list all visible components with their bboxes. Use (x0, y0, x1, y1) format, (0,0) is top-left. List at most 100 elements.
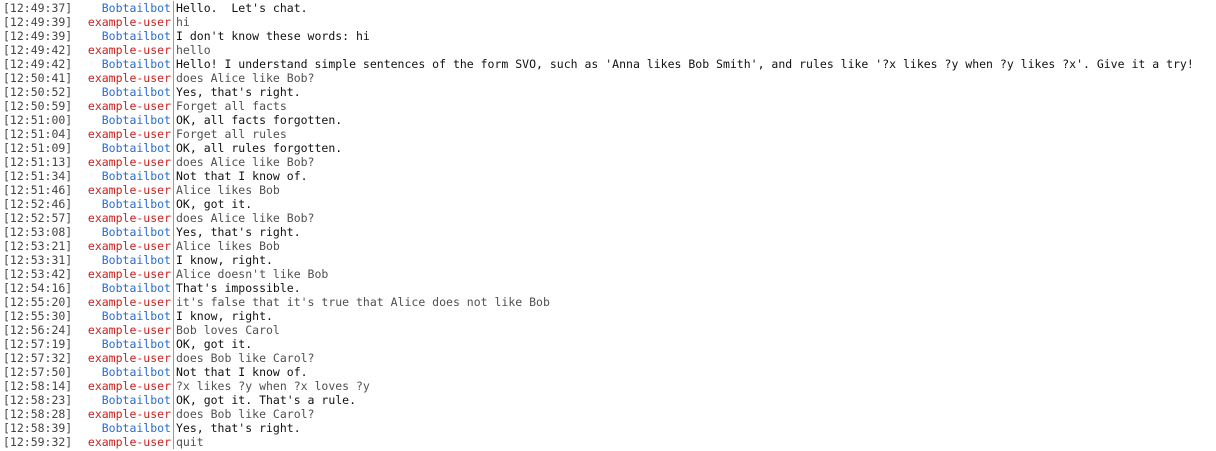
chat-message-row: [12:51:00] Bobtailbot OK, all facts forgot… (0, 113, 1216, 127)
message-text: I know, right. (176, 309, 273, 323)
message-timestamp: [12:49:42] (3, 57, 73, 71)
bot-nickname[interactable]: Bobtailbot (75, 1, 174, 15)
message-timestamp: [12:49:42] (3, 43, 73, 57)
bot-nickname[interactable]: Bobtailbot (75, 197, 174, 211)
bot-nickname[interactable]: Bobtailbot (75, 57, 174, 71)
message-timestamp: [12:53:21] (3, 239, 73, 253)
user-nickname[interactable]: example-user (75, 71, 174, 85)
message-timestamp: [12:49:39] (3, 29, 73, 43)
message-text: OK, got it. That's a rule. (176, 393, 357, 407)
user-nickname[interactable]: example-user (75, 295, 174, 309)
message-text: does Alice like Bob? (176, 211, 315, 225)
message-timestamp: [12:57:50] (3, 365, 73, 379)
user-nickname[interactable]: example-user (75, 99, 174, 113)
message-timestamp: [12:53:42] (3, 267, 73, 281)
bot-nickname[interactable]: Bobtailbot (75, 169, 174, 183)
message-text: it's false that it's true that Alice doe… (176, 295, 550, 309)
user-nickname[interactable]: example-user (75, 435, 174, 449)
chat-message-row: [12:58:14] example-user ?x likes ?y when ?… (0, 379, 1216, 393)
chat-message-row: [12:53:31] Bobtailbot I know, right. (0, 253, 1216, 267)
message-text: OK, all facts forgotten. (176, 113, 343, 127)
bot-nickname[interactable]: Bobtailbot (75, 309, 174, 323)
bot-nickname[interactable]: Bobtailbot (75, 365, 174, 379)
chat-message-row: [12:53:21] example-user Alice likes Bob (0, 239, 1216, 253)
bot-nickname[interactable]: Bobtailbot (75, 253, 174, 267)
message-timestamp: [12:57:19] (3, 337, 73, 351)
user-nickname[interactable]: example-user (75, 239, 174, 253)
message-timestamp: [12:51:00] (3, 113, 73, 127)
chat-message-row: [12:57:50] Bobtailbot Not that I know of. (0, 365, 1216, 379)
chat-message-row: [12:57:19] Bobtailbot OK, got it. (0, 337, 1216, 351)
message-text: quit (176, 435, 204, 449)
message-text: OK, all rules forgotten. (176, 141, 343, 155)
user-nickname[interactable]: example-user (75, 43, 174, 57)
message-text: I know, right. (176, 253, 273, 267)
message-timestamp: [12:51:34] (3, 169, 73, 183)
message-text: Yes, that's right. (176, 421, 301, 435)
message-text: Forget all facts (176, 99, 287, 113)
message-timestamp: [12:50:59] (3, 99, 73, 113)
message-text: Yes, that's right. (176, 85, 301, 99)
chat-message-row: [12:58:39] Bobtailbot Yes, that's right. (0, 421, 1216, 435)
user-nickname[interactable]: example-user (75, 351, 174, 365)
bot-nickname[interactable]: Bobtailbot (75, 421, 174, 435)
user-nickname[interactable]: example-user (75, 379, 174, 393)
bot-nickname[interactable]: Bobtailbot (75, 113, 174, 127)
message-text: That's impossible. (176, 281, 301, 295)
message-text: Not that I know of. (176, 169, 308, 183)
chat-message-row: [12:50:52] Bobtailbot Yes, that's right. (0, 85, 1216, 99)
chat-message-row: [12:56:24] example-user Bob loves Carol (0, 323, 1216, 337)
message-timestamp: [12:51:13] (3, 155, 73, 169)
user-nickname[interactable]: example-user (75, 323, 174, 337)
message-timestamp: [12:52:46] (3, 197, 73, 211)
user-nickname[interactable]: example-user (75, 15, 174, 29)
user-nickname[interactable]: example-user (75, 267, 174, 281)
chat-message-row: [12:50:41] example-user does Alice like Bo… (0, 71, 1216, 85)
chat-message-row: [12:58:23] Bobtailbot OK, got it. That's a… (0, 393, 1216, 407)
bot-nickname[interactable]: Bobtailbot (75, 337, 174, 351)
bot-nickname[interactable]: Bobtailbot (75, 29, 174, 43)
bot-nickname[interactable]: Bobtailbot (75, 85, 174, 99)
chat-log[interactable]: [12:49:37] Bobtailbot Hello. Let's chat. [1… (0, 0, 1216, 451)
chat-message-row: [12:49:39] example-user hi (0, 15, 1216, 29)
message-text: OK, got it. (176, 197, 253, 211)
message-text: Not that I know of. (176, 365, 308, 379)
message-timestamp: [12:58:14] (3, 379, 73, 393)
chat-message-row: [12:54:16] Bobtailbot That's impossible. (0, 281, 1216, 295)
chat-message-row: [12:51:46] example-user Alice likes Bob (0, 183, 1216, 197)
chat-message-row: [12:51:13] example-user does Alice like Bo… (0, 155, 1216, 169)
message-timestamp: [12:55:30] (3, 309, 73, 323)
chat-message-row: [12:53:08] Bobtailbot Yes, that's right. (0, 225, 1216, 239)
user-nickname[interactable]: example-user (75, 127, 174, 141)
message-timestamp: [12:52:57] (3, 211, 73, 225)
chat-message-row: [12:51:34] Bobtailbot Not that I know of. (0, 169, 1216, 183)
chat-message-row: [12:49:42] Bobtailbot Hello! I understand … (0, 57, 1216, 71)
chat-message-row: [12:51:09] Bobtailbot OK, all rules forgot… (0, 141, 1216, 155)
chat-message-row: [12:55:30] Bobtailbot I know, right. (0, 309, 1216, 323)
bot-nickname[interactable]: Bobtailbot (75, 225, 174, 239)
message-timestamp: [12:51:09] (3, 141, 73, 155)
user-nickname[interactable]: example-user (75, 183, 174, 197)
message-text: Hello! I understand simple sentences of … (176, 57, 1194, 71)
message-text: Bob loves Carol (176, 323, 280, 337)
user-nickname[interactable]: example-user (75, 155, 174, 169)
message-timestamp: [12:49:37] (3, 1, 73, 15)
message-text: does Alice like Bob? (176, 71, 315, 85)
message-text: Alice likes Bob (176, 239, 280, 253)
chat-message-row: [12:55:20] example-user it's false that it… (0, 295, 1216, 309)
bot-nickname[interactable]: Bobtailbot (75, 141, 174, 155)
chat-message-row: [12:49:39] Bobtailbot I don't know these w… (0, 29, 1216, 43)
message-timestamp: [12:58:28] (3, 407, 73, 421)
user-nickname[interactable]: example-user (75, 407, 174, 421)
chat-message-row: [12:49:37] Bobtailbot Hello. Let's chat. (0, 1, 1216, 15)
message-text: does Bob like Carol? (176, 351, 315, 365)
bot-nickname[interactable]: Bobtailbot (75, 393, 174, 407)
user-nickname[interactable]: example-user (75, 211, 174, 225)
message-timestamp: [12:50:41] (3, 71, 73, 85)
message-timestamp: [12:58:23] (3, 393, 73, 407)
bot-nickname[interactable]: Bobtailbot (75, 281, 174, 295)
message-timestamp: [12:53:08] (3, 225, 73, 239)
message-text: hi (176, 15, 190, 29)
chat-message-row: [12:57:32] example-user does Bob like Caro… (0, 351, 1216, 365)
message-text: Alice likes Bob (176, 183, 280, 197)
